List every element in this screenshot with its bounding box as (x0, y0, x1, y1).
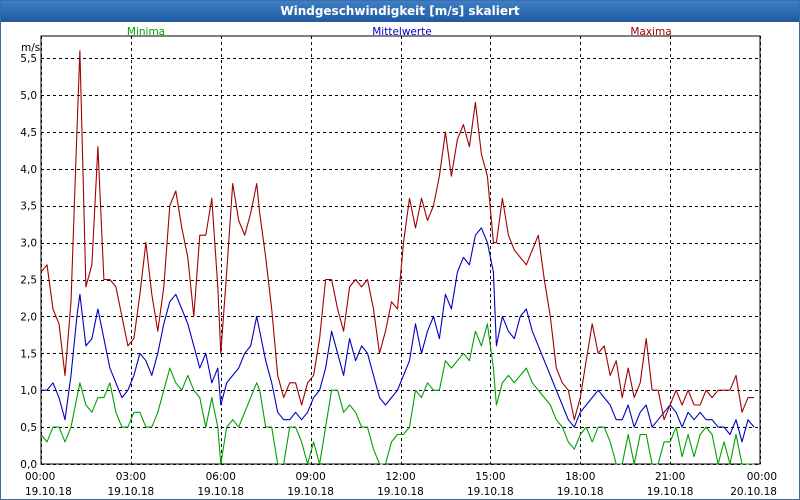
x-tick-time: 00:00 (747, 471, 777, 483)
x-tick-time: 21:00 (655, 471, 685, 483)
x-tick-date: 19.10.18 (197, 486, 244, 498)
x-tick-time: 09:00 (295, 471, 325, 483)
y-tick-label: 4,0 (20, 164, 37, 176)
y-tick-label: 1,5 (20, 348, 37, 360)
series-lines (40, 50, 755, 465)
plot-frame (40, 35, 761, 465)
grid (41, 36, 761, 465)
y-tick-label: 1,0 (20, 385, 37, 397)
x-tick-date: 19.10.18 (647, 486, 694, 498)
x-tick-date: 19.10.18 (557, 486, 604, 498)
x-tick-time: 06:00 (206, 471, 236, 483)
y-tick-label: 5,5 (20, 53, 37, 65)
x-tick-date: 19.10.18 (25, 486, 72, 498)
x-tick-date: 19.10.18 (287, 486, 334, 498)
x-tick-date: 19.10.18 (467, 486, 514, 498)
y-tick-label: 2,5 (20, 275, 37, 287)
y-tick-label: 3,0 (20, 238, 37, 250)
x-tick-time: 12:00 (385, 471, 415, 483)
y-tick-label: 4,5 (20, 127, 37, 139)
legend-minima: Minima (127, 26, 165, 38)
y-tick-label: 3,5 (20, 201, 37, 213)
y-tick-label: 2,0 (20, 311, 37, 323)
chart-window: Windgeschwindigkeit [m/s] skaliert 0,0 0,… (0, 0, 800, 500)
legend-maxima: Maxima (630, 26, 671, 38)
x-tick-date: 19.10.18 (107, 486, 154, 498)
legend-mittelwerte: Mittelwerte (372, 26, 432, 38)
x-tick-time: 15:00 (475, 471, 505, 483)
x-tick-time: 18:00 (565, 471, 595, 483)
y-tick-label: 5,0 (20, 90, 37, 102)
y-axis-label: m/s (21, 42, 40, 54)
y-axis-ticks: 0,0 0,5 1,0 1,5 2,0 2,5 3,0 3,5 4,0 4,5 5,0 5,5 (20, 53, 37, 471)
x-tick-time: 03:00 (116, 471, 146, 483)
wind-speed-chart: 0,0 0,5 1,0 1,5 2,0 2,5 3,0 3,5 4,0 4,5 5,0 5,5 00:… (20, 26, 777, 498)
x-axis-ticks: 00:00 19.10.18 03:00 19.10.18 06:00 19.10.18 0… (25, 471, 777, 498)
y-tick-label: 0,5 (20, 422, 37, 434)
y-tick-label: 0,0 (20, 459, 37, 471)
x-tick-time: 00:00 (25, 471, 55, 483)
x-tick-date: 20.10.18 (730, 486, 777, 498)
x-tick-date: 19.10.18 (377, 486, 424, 498)
